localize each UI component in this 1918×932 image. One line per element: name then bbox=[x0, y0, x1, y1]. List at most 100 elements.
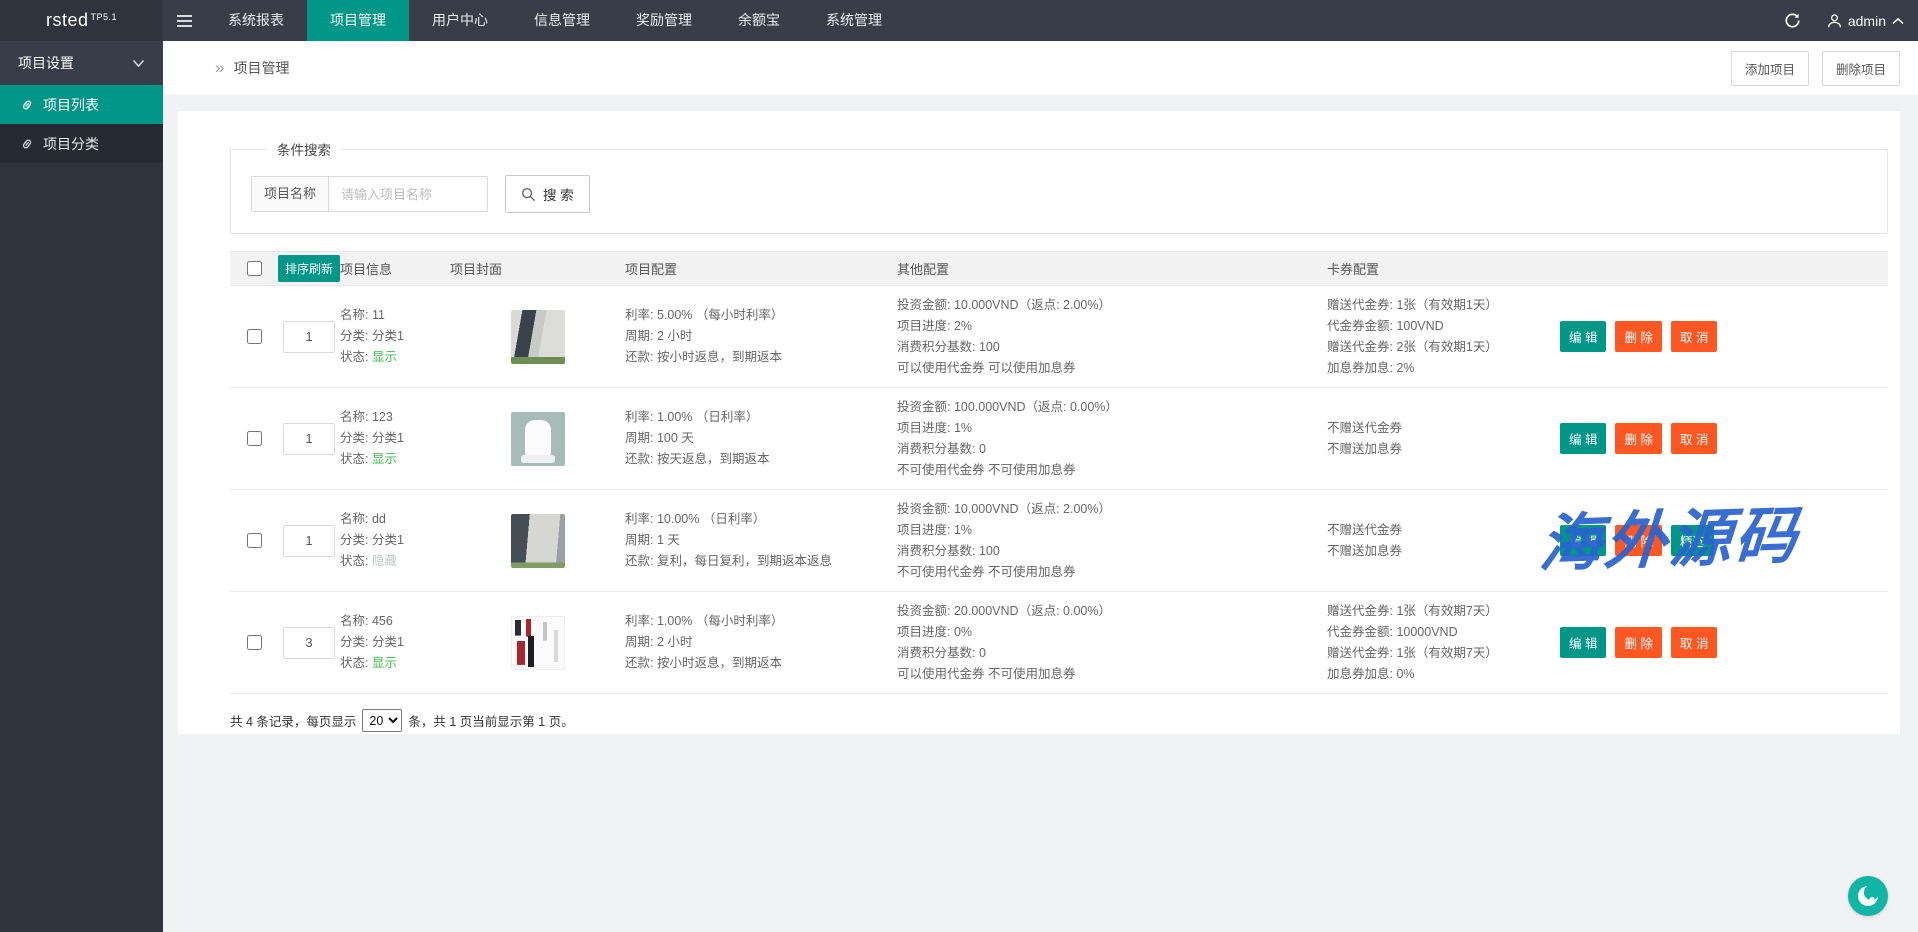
project-cover-image bbox=[511, 616, 565, 670]
select-all-checkbox[interactable] bbox=[247, 261, 262, 276]
nav-tab-reward-manage[interactable]: 奖励管理 bbox=[613, 0, 715, 41]
search-button-label: 搜 索 bbox=[543, 184, 574, 204]
pagination: 共 4 条记录，每页显示 20 条，共 1 页当前显示第 1 页。 bbox=[230, 709, 1888, 732]
row-checkbox[interactable] bbox=[247, 431, 262, 446]
nav-tab-system-manage[interactable]: 系统管理 bbox=[803, 0, 905, 41]
project-name-group: 项目名称 bbox=[251, 176, 488, 212]
user-menu[interactable]: admin bbox=[1827, 13, 1904, 29]
edit-button[interactable]: 编 辑 bbox=[1560, 627, 1606, 658]
edit-button[interactable]: 编 辑 bbox=[1560, 423, 1606, 454]
project-config-cell: 利率: 1.00% （日利率） 周期: 100 天 还款: 按天返息，到期返本 bbox=[625, 407, 897, 470]
chevron-down-icon bbox=[132, 59, 145, 68]
row-actions: 编 辑 删 除 取 消 bbox=[1560, 423, 1888, 454]
table-row: 名称: 123 分类: 分类1 状态: 显示 利率: 1.00% （日利率） 周… bbox=[230, 388, 1888, 490]
header-other-config: 其他配置 bbox=[897, 259, 1327, 278]
other-config-cell: 投资金额: 10.000VND（返点: 2.00%） 项目进度: 2% 消费积分… bbox=[897, 295, 1327, 379]
sidebar: 项目设置 项目列表 项目分类 bbox=[0, 41, 163, 932]
project-status: 隐藏 bbox=[372, 554, 397, 568]
sort-input[interactable] bbox=[283, 627, 335, 659]
float-action-button[interactable] bbox=[1848, 876, 1888, 916]
delete-project-button[interactable]: 删除项目 bbox=[1822, 51, 1900, 86]
nav-tab-info-manage[interactable]: 信息管理 bbox=[511, 0, 613, 41]
row-checkbox[interactable] bbox=[247, 533, 262, 548]
row-actions: 编 辑 删 除 取 消 bbox=[1560, 321, 1888, 352]
main-area: » 项目管理 添加项目 删除项目 条件搜索 项目名称 搜 索 排 bbox=[163, 41, 1918, 932]
coupon-config-cell: 不赠送代金券 不赠送加息券 bbox=[1327, 418, 1560, 460]
table-header: 排序刷新 项目信息 项目封面 项目配置 其他配置 卡券配置 bbox=[230, 251, 1888, 286]
edit-button[interactable]: 编 辑 bbox=[1560, 321, 1606, 352]
app-logo-text: rsted bbox=[46, 10, 89, 31]
row-checkbox[interactable] bbox=[247, 329, 262, 344]
nav-tab-user-center[interactable]: 用户中心 bbox=[409, 0, 511, 41]
search-input[interactable] bbox=[329, 177, 487, 211]
table-body: 名称: 11 分类: 分类1 状态: 显示 利率: 5.00% （每小时利率） … bbox=[230, 286, 1888, 694]
project-status: 显示 bbox=[372, 656, 397, 670]
sidebar-item-label: 项目列表 bbox=[43, 95, 99, 115]
chevron-up-icon bbox=[1892, 17, 1904, 25]
project-info-cell: 名称: dd 分类: 分类1 状态: 隐藏 bbox=[340, 509, 450, 572]
double-arrow-icon: » bbox=[215, 58, 224, 78]
add-project-button[interactable]: 添加项目 bbox=[1731, 51, 1809, 86]
delete-button[interactable]: 删 除 bbox=[1615, 423, 1661, 454]
page-actions: 添加项目 删除项目 bbox=[1731, 51, 1900, 86]
project-status-line: 状态: 隐藏 bbox=[340, 551, 450, 572]
sort-input[interactable] bbox=[283, 321, 335, 353]
project-status-line: 状态: 显示 bbox=[340, 347, 450, 368]
table-row: 名称: 11 分类: 分类1 状态: 显示 利率: 5.00% （每小时利率） … bbox=[230, 286, 1888, 388]
search-button[interactable]: 搜 索 bbox=[505, 175, 590, 213]
project-cover-image bbox=[511, 514, 565, 568]
refresh-icon[interactable] bbox=[1784, 12, 1801, 29]
delete-button[interactable]: 删 除 bbox=[1615, 525, 1661, 556]
project-config-cell: 利率: 5.00% （每小时利率） 周期: 2 小时 还款: 按小时返息，到期返… bbox=[625, 305, 897, 368]
project-status: 显示 bbox=[372, 350, 397, 364]
project-category: 分类: 分类1 bbox=[340, 428, 450, 449]
header-project-config: 项目配置 bbox=[625, 259, 897, 278]
search-legend: 条件搜索 bbox=[267, 139, 341, 159]
other-config-cell: 投资金额: 20.000VND（返点: 0.00%） 项目进度: 0% 消费积分… bbox=[897, 601, 1327, 685]
per-page-select[interactable]: 20 bbox=[362, 709, 402, 732]
row-checkbox[interactable] bbox=[247, 635, 262, 650]
edit-button[interactable]: 编 辑 bbox=[1560, 525, 1606, 556]
project-name: 名称: 123 bbox=[340, 407, 450, 428]
delete-button[interactable]: 删 除 bbox=[1615, 627, 1661, 658]
delete-button[interactable]: 删 除 bbox=[1615, 321, 1661, 352]
project-name: 名称: dd bbox=[340, 509, 450, 530]
project-cover-image bbox=[511, 412, 565, 466]
row-actions: 编 辑 删 除 取 消 bbox=[1560, 627, 1888, 658]
user-name: admin bbox=[1848, 13, 1886, 29]
sidebar-item-label: 项目分类 bbox=[43, 134, 99, 154]
project-category: 分类: 分类1 bbox=[340, 632, 450, 653]
extra-action-button[interactable]: 精选 bbox=[1671, 525, 1714, 556]
extra-action-button[interactable]: 取 消 bbox=[1671, 321, 1717, 352]
sidebar-group-project-settings[interactable]: 项目设置 bbox=[0, 41, 163, 85]
top-navbar: rstedTP5.1 系统报表 项目管理 用户中心 信息管理 奖励管理 余额宝 … bbox=[0, 0, 1918, 41]
search-icon bbox=[521, 187, 536, 202]
project-status-line: 状态: 显示 bbox=[340, 449, 450, 470]
sidebar-item-project-category[interactable]: 项目分类 bbox=[0, 124, 163, 163]
nav-tab-system-report[interactable]: 系统报表 bbox=[205, 0, 307, 41]
navbar-right: admin bbox=[1784, 0, 1918, 41]
nav-tab-project-manage[interactable]: 项目管理 bbox=[307, 0, 409, 41]
coupon-config-cell: 不赠送代金券 不赠送加息券 bbox=[1327, 520, 1560, 562]
header-project-cover: 项目封面 bbox=[450, 259, 625, 278]
project-status-line: 状态: 显示 bbox=[340, 653, 450, 674]
link-icon bbox=[20, 137, 34, 151]
project-config-cell: 利率: 1.00% （每小时利率） 周期: 2 小时 还款: 按小时返息，到期返… bbox=[625, 611, 897, 674]
row-actions: 编 辑 删 除 精选 bbox=[1560, 525, 1888, 556]
breadcrumb-bar: » 项目管理 添加项目 删除项目 bbox=[163, 41, 1918, 95]
nav-tab-yuebao[interactable]: 余额宝 bbox=[715, 0, 803, 41]
extra-action-button[interactable]: 取 消 bbox=[1671, 423, 1717, 454]
coupon-config-cell: 赠送代金券: 1张（有效期1天） 代金券金额: 100VND 赠送代金券: 2张… bbox=[1327, 295, 1560, 379]
sort-refresh-button[interactable]: 排序刷新 bbox=[278, 255, 340, 282]
sort-input[interactable] bbox=[283, 423, 335, 455]
extra-action-button[interactable]: 取 消 bbox=[1671, 627, 1717, 658]
app-logo: rstedTP5.1 bbox=[0, 0, 163, 41]
hamburger-icon[interactable] bbox=[163, 0, 205, 41]
search-fieldset: 条件搜索 项目名称 搜 索 bbox=[230, 139, 1888, 234]
sort-input[interactable] bbox=[283, 525, 335, 557]
sidebar-item-project-list[interactable]: 项目列表 bbox=[0, 85, 163, 124]
project-name-label: 项目名称 bbox=[252, 177, 329, 211]
project-config-cell: 利率: 10.00% （日利率） 周期: 1 天 还款: 复利，每日复利，到期返… bbox=[625, 509, 897, 572]
table-row: 名称: 456 分类: 分类1 状态: 显示 利率: 1.00% （每小时利率）… bbox=[230, 592, 1888, 694]
project-info-cell: 名称: 456 分类: 分类1 状态: 显示 bbox=[340, 611, 450, 674]
